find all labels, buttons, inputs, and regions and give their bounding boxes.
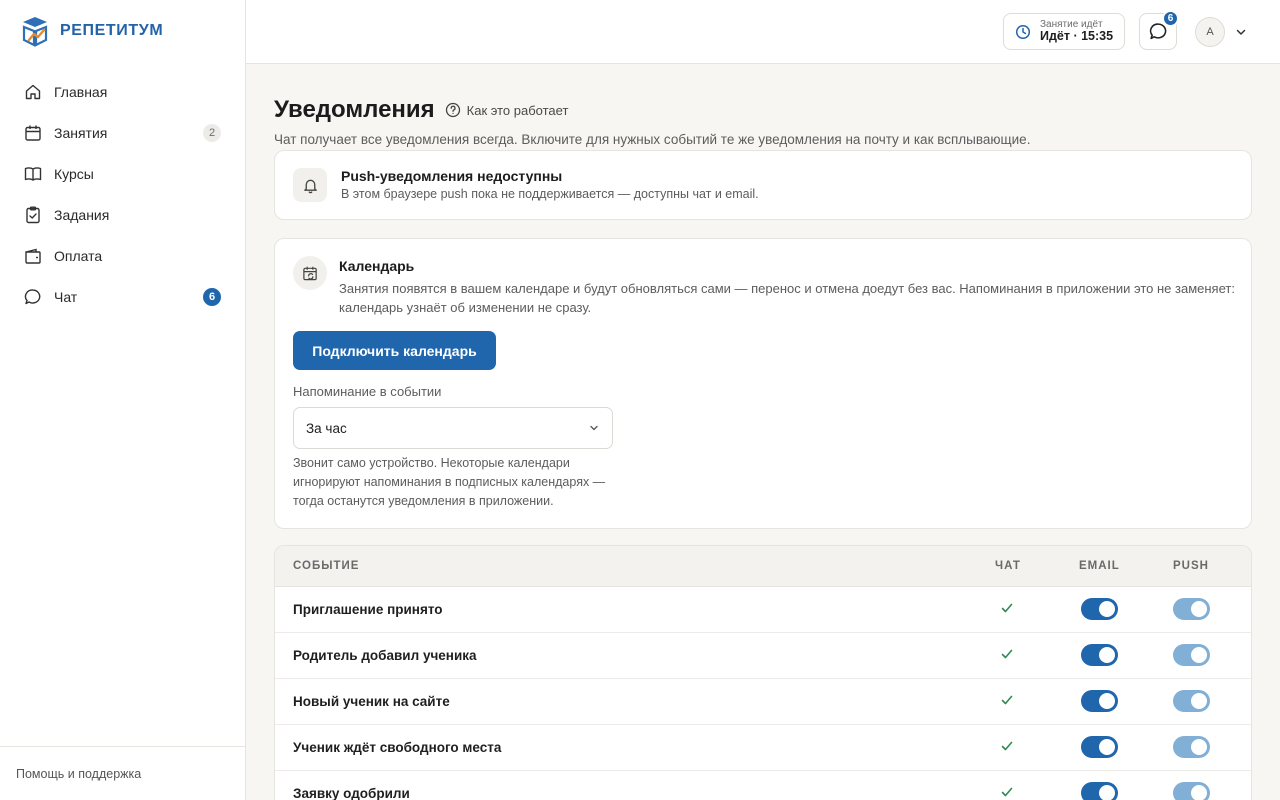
wallet-icon: [24, 247, 42, 265]
table-header: СОБЫТИЕ ЧАТ EMAIL PUSH: [275, 546, 1251, 587]
book-icon: [24, 165, 42, 183]
lessons-count-badge: 2: [203, 123, 221, 142]
connect-calendar-button[interactable]: Подключить календарь: [293, 331, 496, 370]
column-header-email: EMAIL: [1079, 560, 1120, 572]
reminder-select-value: За час: [306, 420, 347, 436]
calendar-card-title: Календарь: [339, 258, 415, 274]
help-circle-icon: [445, 102, 460, 118]
notifications-table: СОБЫТИЕ ЧАТ EMAIL PUSH Приглашение приня…: [274, 545, 1252, 800]
brand-logo[interactable]: РЕПЕТИТУМ: [20, 15, 163, 47]
reminder-select[interactable]: За час: [293, 407, 613, 449]
event-name: Ученик ждёт свободного места: [293, 740, 502, 755]
calendar-icon: [24, 124, 42, 142]
sidebar-item-label: Оплата: [54, 247, 103, 264]
how-it-works-label: Как это работает: [466, 102, 569, 118]
sidebar-item-chat[interactable]: Чат 6: [0, 276, 245, 317]
brand-name: РЕПЕТИТУМ: [60, 22, 164, 39]
push-unavailable-card: Push-уведомления недоступны В этом брауз…: [274, 150, 1252, 220]
chat-unread-badge: 6: [203, 287, 221, 306]
push-toggle[interactable]: [1173, 644, 1210, 666]
push-toggle[interactable]: [1173, 736, 1210, 758]
topbar: Занятие идёт Идёт · 15:35 6 A: [246, 0, 1280, 64]
clipboard-check-icon: [24, 206, 42, 224]
push-toggle[interactable]: [1173, 782, 1210, 800]
column-header-event: СОБЫТИЕ: [293, 560, 360, 572]
sidebar-item-label: Задания: [54, 206, 110, 223]
sidebar-item-courses[interactable]: Курсы: [0, 153, 245, 194]
sidebar-nav: Главная Занятия 2 Курсы Задания Оплата Ч…: [0, 71, 245, 317]
event-name: Приглашение принято: [293, 602, 443, 617]
lesson-status-value: Идёт · 15:35: [1040, 29, 1114, 44]
page-subtitle: Чат получает все уведомления всегда. Вкл…: [274, 132, 1031, 147]
push-card-subtitle: В этом браузере push пока не поддерживае…: [341, 187, 759, 201]
help-support-link[interactable]: Помощь и поддержка: [0, 746, 245, 800]
check-icon: [1001, 649, 1013, 659]
event-name: Новый ученик на сайте: [293, 694, 450, 709]
calendar-card: Календарь Занятия появятся в вашем кален…: [274, 238, 1252, 529]
table-row: Новый ученик на сайте: [275, 679, 1251, 725]
email-toggle[interactable]: [1081, 690, 1118, 712]
check-icon: [1001, 603, 1013, 613]
event-name: Заявку одобрили: [293, 786, 410, 800]
chevron-down-icon[interactable]: [1235, 26, 1247, 38]
email-toggle[interactable]: [1081, 644, 1118, 666]
push-toggle[interactable]: [1173, 690, 1210, 712]
reminder-hint: Звонит само устройство. Некоторые календ…: [293, 456, 606, 508]
sidebar-item-label: Чат: [54, 288, 78, 305]
email-toggle[interactable]: [1081, 598, 1118, 620]
home-icon: [24, 83, 42, 101]
sidebar-item-payment[interactable]: Оплата: [0, 235, 245, 276]
avatar[interactable]: A: [1195, 17, 1225, 47]
chevron-down-icon: [590, 425, 598, 431]
table-row: Ученик ждёт свободного места: [275, 725, 1251, 771]
sidebar: РЕПЕТИТУМ Главная Занятия 2 Курсы Задани…: [0, 0, 246, 800]
sidebar-item-home[interactable]: Главная: [0, 71, 245, 112]
column-header-chat: ЧАТ: [995, 560, 1021, 572]
push-card-title: Push-уведомления недоступны: [341, 168, 563, 184]
sidebar-item-label: Курсы: [54, 165, 94, 182]
bell-icon: [293, 168, 327, 202]
check-icon: [1001, 695, 1013, 705]
check-icon: [1001, 787, 1013, 797]
chat-icon: [24, 288, 42, 306]
push-toggle[interactable]: [1173, 598, 1210, 620]
email-toggle[interactable]: [1081, 782, 1118, 800]
clock-icon: [1015, 24, 1031, 39]
sidebar-item-assignments[interactable]: Задания: [0, 194, 245, 235]
table-row: Родитель добавил ученика: [275, 633, 1251, 679]
sidebar-item-label: Занятия: [54, 124, 108, 141]
reminder-field-label: Напоминание в событии: [293, 384, 442, 399]
event-name: Родитель добавил ученика: [293, 648, 477, 663]
email-toggle[interactable]: [1081, 736, 1118, 758]
lesson-status-button[interactable]: Занятие идёт Идёт · 15:35: [1003, 13, 1125, 50]
calendar-card-description: Занятия появятся в вашем календаре и буд…: [339, 281, 1235, 315]
calendar-sync-icon: [293, 256, 327, 290]
table-row: Приглашение принято: [275, 587, 1251, 633]
column-header-push: PUSH: [1173, 560, 1209, 572]
table-row: Заявку одобрили: [275, 771, 1251, 800]
how-it-works-link[interactable]: Как это работает: [445, 102, 569, 118]
logo-icon: [22, 17, 48, 47]
check-icon: [1001, 741, 1013, 751]
sidebar-item-label: Главная: [54, 83, 108, 100]
sidebar-item-lessons[interactable]: Занятия 2: [0, 112, 245, 153]
page-title: Уведомления: [274, 96, 435, 123]
chat-count-badge: 6: [1162, 10, 1179, 27]
chat-button[interactable]: 6: [1139, 10, 1179, 50]
